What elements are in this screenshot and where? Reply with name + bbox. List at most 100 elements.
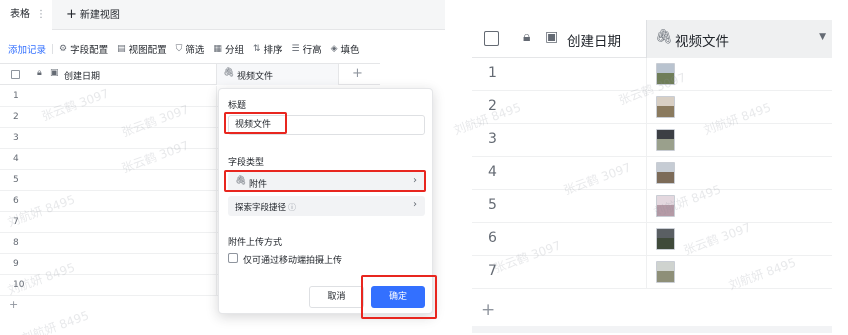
cell-divider: [646, 256, 647, 289]
chevron-right-icon: ›: [413, 199, 417, 210]
sort-button[interactable]: ⇅ 排序: [253, 42, 283, 56]
mobile-upload-label: 仅可通过移动端拍摄上传: [243, 256, 343, 266]
table-row[interactable]: 3: [472, 124, 832, 157]
cell-divider: [216, 254, 217, 274]
cell-divider: [216, 107, 217, 127]
group-icon: ▦: [213, 44, 222, 54]
cancel-button[interactable]: 取消: [309, 286, 364, 308]
row-number: 7: [488, 263, 497, 279]
column-header-created-date[interactable]: 创建日期: [567, 30, 621, 50]
cell-divider: [646, 124, 647, 157]
new-view-label: 新建视图: [79, 10, 120, 21]
filter-label: 筛选: [185, 45, 205, 56]
table-row[interactable]: 7: [472, 256, 832, 289]
new-view-button[interactable]: + 新建视图: [66, 0, 120, 31]
row-number: 7: [13, 217, 19, 227]
table-row[interactable]: 1: [472, 58, 832, 91]
mobile-upload-checkbox[interactable]: [228, 253, 238, 263]
filter-icon: ⛉: [175, 44, 183, 54]
field-config-button[interactable]: ⚙ 字段配置: [59, 42, 108, 56]
video-thumbnail[interactable]: [656, 228, 675, 250]
toolbar: 添加记录 ⚙ 字段配置 ▤ 视图配置 ⛉ 筛选 ▦ 分组 ⇅ 排序 ☰ 行高 ◈ 填色: [0, 38, 445, 60]
tab-more-icon[interactable]: ⋮: [36, 0, 46, 30]
caret-down-icon[interactable]: ▼: [819, 32, 826, 42]
watermark-text: 刘航妍 8495: [19, 308, 91, 335]
row-number: 5: [13, 175, 19, 185]
select-all-checkbox[interactable]: [484, 31, 499, 46]
paperclip-icon: 🖇︎: [223, 68, 235, 78]
video-thumbnail[interactable]: [656, 261, 675, 283]
grid-header: 🔒︎ ▣ 创建日期 🖇︎ 视频文件 ▼: [472, 20, 832, 58]
row-height-button[interactable]: ☰ 行高: [292, 42, 322, 56]
table-row[interactable]: 4: [472, 157, 832, 190]
video-thumbnail[interactable]: [656, 63, 675, 85]
cell-divider: [216, 149, 217, 169]
column-header-created-date[interactable]: 创建日期: [64, 69, 100, 82]
add-row-button[interactable]: +: [9, 298, 18, 311]
video-thumbnail[interactable]: [656, 162, 675, 184]
field-type-label: 字段类型: [228, 158, 265, 168]
column-header-video-file[interactable]: 🖇︎ 视频文件 ▼: [646, 20, 832, 58]
row-number: 1: [488, 65, 497, 81]
lock-icon: 🔒︎: [523, 29, 531, 45]
add-record-button[interactable]: 添加记录: [8, 42, 46, 56]
upload-mode-label: 附件上传方式: [228, 238, 283, 248]
cell-divider: [216, 128, 217, 148]
row-number: 9: [13, 259, 19, 269]
add-column-button[interactable]: +: [352, 66, 363, 81]
group-label: 分组: [224, 45, 244, 56]
calendar-icon: ▣: [545, 29, 559, 45]
row-number: 4: [13, 154, 19, 164]
tab-table-label: 表格: [10, 9, 30, 20]
column-header-video-label: 视频文件: [675, 34, 729, 50]
row-number: 5: [488, 197, 497, 213]
sort-label: 排序: [263, 45, 283, 56]
table-row[interactable]: 5: [472, 190, 832, 223]
highlight-confirm-button: [361, 275, 437, 319]
video-thumbnail[interactable]: [656, 195, 675, 217]
cell-divider: [216, 233, 217, 253]
view-config-button[interactable]: ▤ 视图配置: [117, 42, 167, 56]
gear-icon: ⚙: [59, 44, 68, 54]
cell-divider: [216, 275, 217, 295]
group-button[interactable]: ▦ 分组: [213, 42, 244, 56]
row-number: 3: [488, 131, 497, 147]
filter-button[interactable]: ⛉ 筛选: [176, 42, 205, 56]
table-footer: [472, 326, 832, 333]
fill-color-button[interactable]: ◈ 填色: [331, 42, 360, 56]
add-row-button[interactable]: +: [481, 300, 495, 320]
row-height-icon: ☰: [291, 44, 300, 54]
lock-icon: 🔒︎: [37, 68, 42, 78]
video-thumbnail[interactable]: [656, 129, 675, 151]
video-thumbnail[interactable]: [656, 96, 675, 118]
field-config-label: 字段配置: [70, 45, 109, 56]
row-height-label: 行高: [302, 45, 322, 56]
highlight-title-input: [224, 112, 287, 134]
row-number: 2: [488, 98, 497, 114]
column-header-video-file[interactable]: 🖇︎ 视频文件: [216, 64, 339, 85]
row-number: 1: [13, 91, 19, 101]
cell-divider: [646, 91, 647, 124]
select-all-checkbox[interactable]: [11, 70, 20, 79]
cell-divider: [646, 223, 647, 256]
row-number: 10: [13, 280, 25, 290]
explore-field-shortcut[interactable]: 探索字段捷径 ⓘ ›: [228, 196, 425, 216]
cell-divider: [646, 157, 647, 190]
row-number: 3: [13, 133, 19, 143]
table-row[interactable]: 6: [472, 223, 832, 256]
toolbar-divider: [52, 44, 54, 54]
plus-icon: +: [66, 7, 77, 22]
calendar-icon: ▣: [50, 68, 59, 78]
table-row[interactable]: 2: [472, 91, 832, 124]
explore-field-label: 探索字段捷径: [235, 203, 287, 213]
view-config-icon: ▤: [117, 44, 126, 54]
row-number: 4: [488, 164, 497, 180]
info-icon: ⓘ: [288, 203, 297, 212]
row-number: 8: [13, 238, 19, 248]
paperclip-icon: 🖇︎: [655, 29, 673, 45]
fill-color-label: 填色: [340, 45, 360, 56]
cell-divider: [216, 212, 217, 232]
view-config-label: 视图配置: [128, 45, 167, 56]
cell-divider: [216, 170, 217, 190]
right-screenshot: 🔒︎ ▣ 创建日期 🖇︎ 视频文件 ▼ 1 2 3 4 5 6 7 + 张云鹤 …: [452, 20, 832, 333]
